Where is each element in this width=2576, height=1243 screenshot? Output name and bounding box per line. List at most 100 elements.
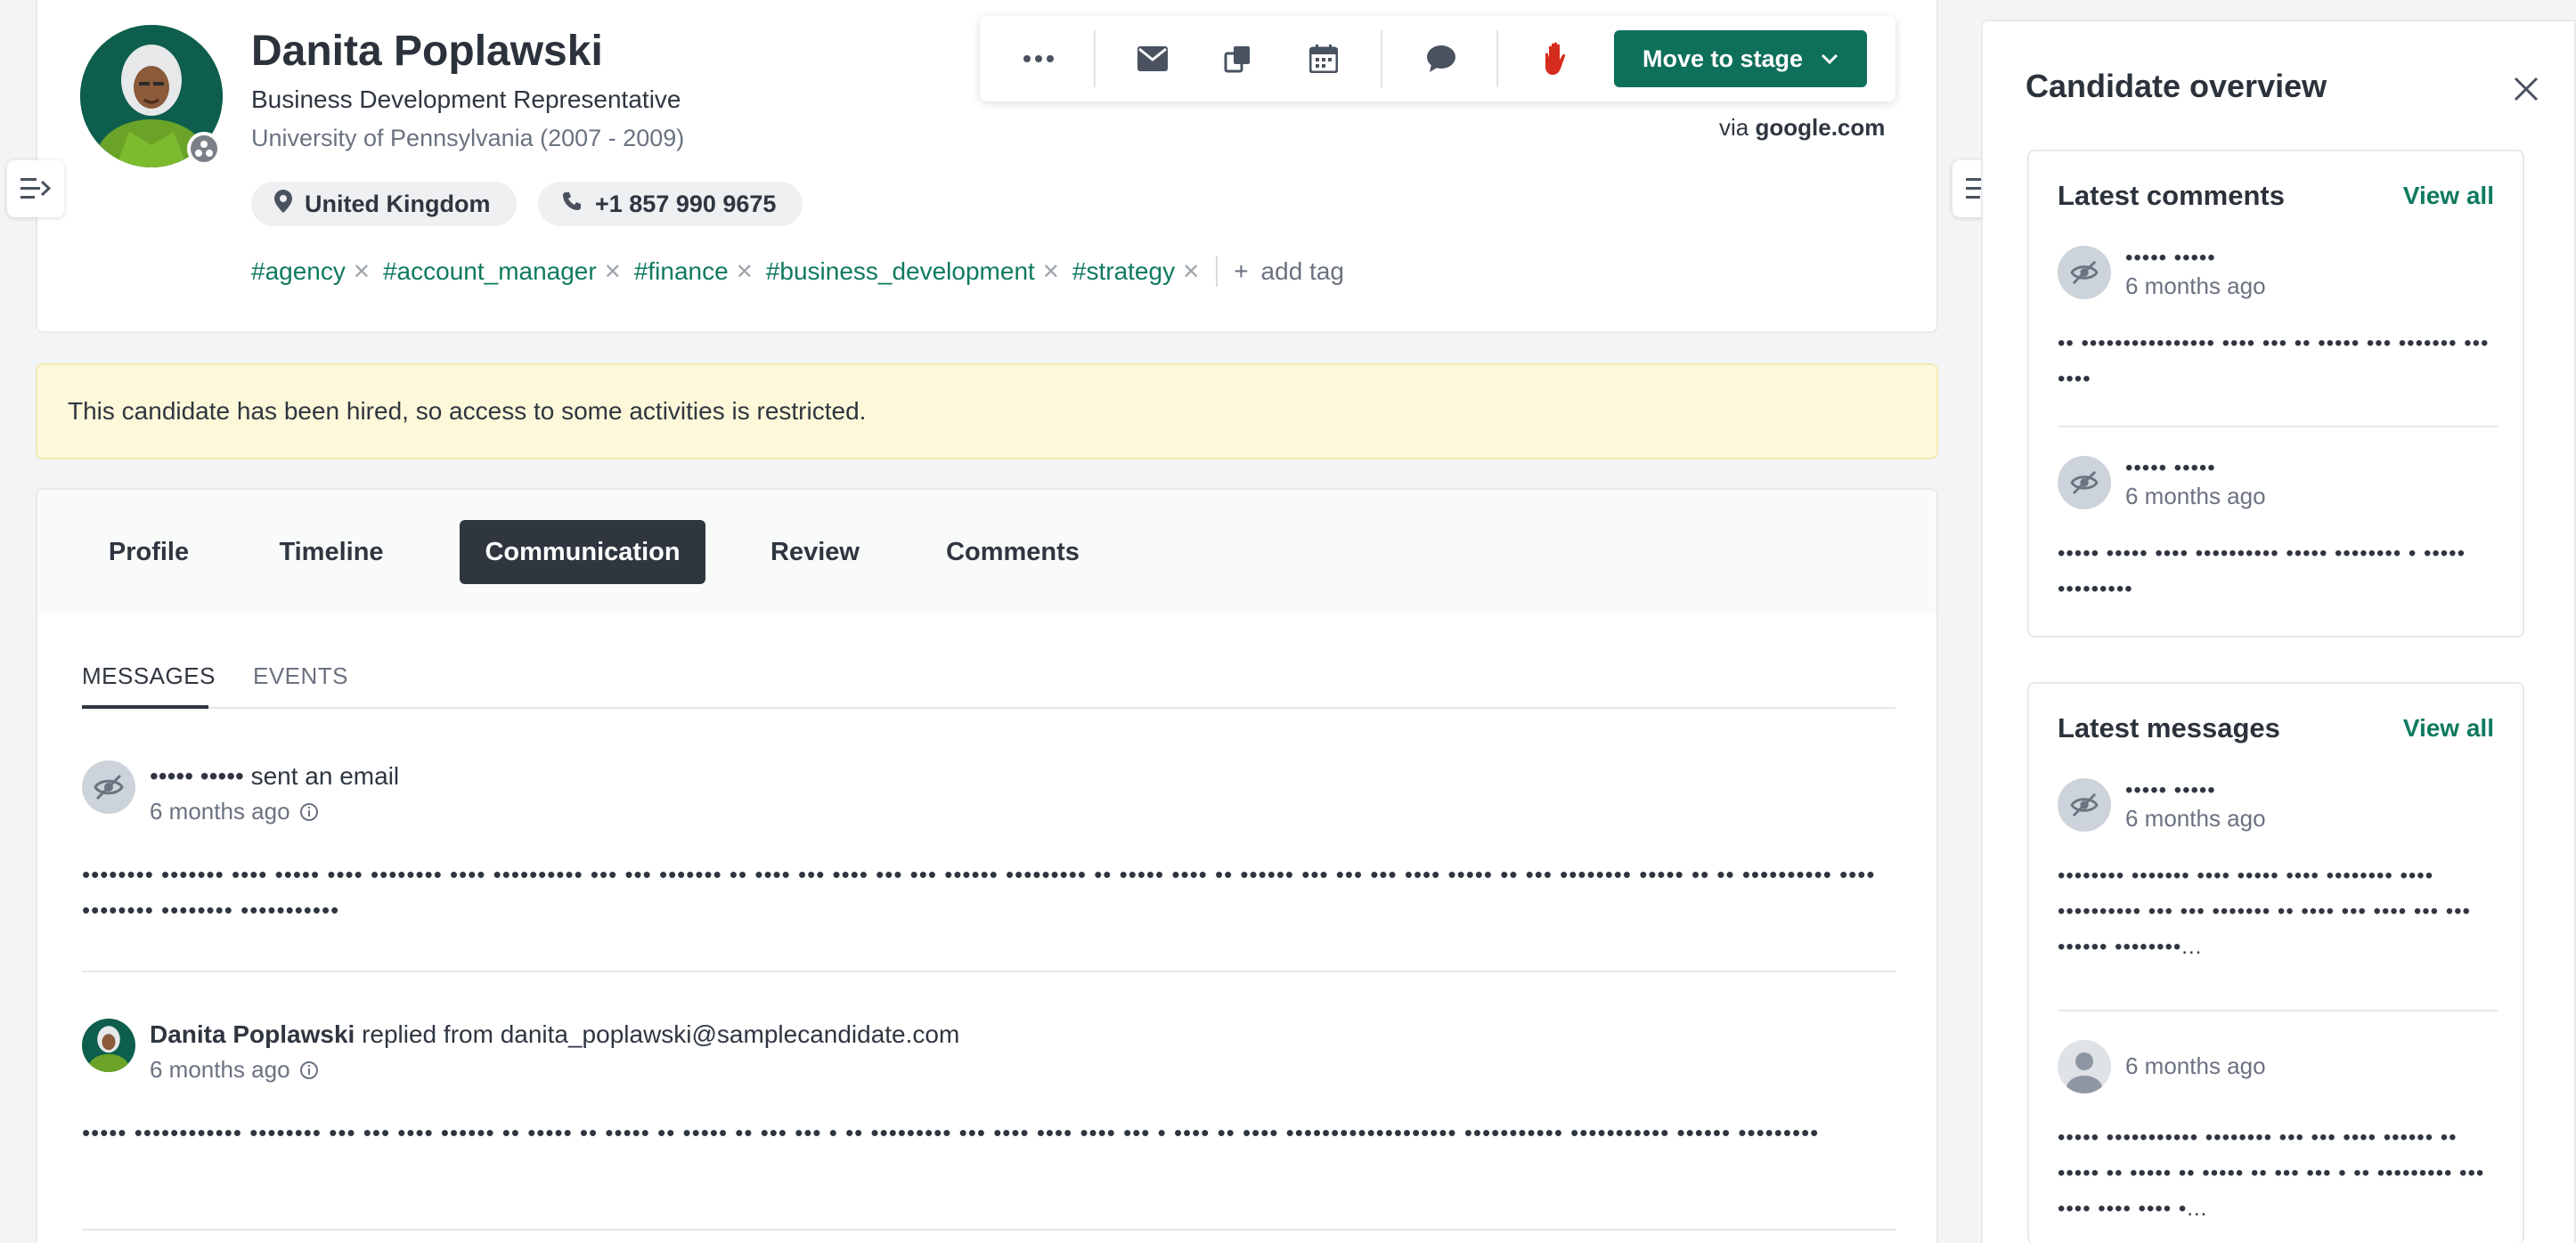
message-preview-time: 6 months ago — [2125, 805, 2266, 832]
latest-messages-box: Latest messages View all ••••• ••••• 6 m… — [2027, 682, 2524, 1243]
candidate-avatar-small — [82, 1019, 135, 1072]
latest-comments-title: Latest comments — [2058, 180, 2285, 211]
copy-button[interactable] — [1217, 37, 1259, 80]
latest-messages-title: Latest messages — [2058, 712, 2280, 743]
collapse-panel-icon — [20, 178, 51, 199]
overview-title: Candidate overview — [2026, 68, 2327, 104]
tag-label: #finance — [633, 257, 729, 285]
eye-hidden-icon — [2070, 260, 2099, 285]
message-header: ••••• ••••• sent an email — [150, 762, 399, 791]
tag-label: #business_development — [765, 257, 1035, 285]
message-body: •••••••• ••••••• •••• ••••• •••• •••••••… — [82, 861, 1876, 923]
source-badge-icon — [187, 132, 221, 166]
candidate-action-toolbar: Move to stage — [980, 16, 1895, 102]
comment-item[interactable]: ••••• ••••• 6 months ago ••••• ••••• •••… — [2058, 456, 2498, 616]
schedule-event-button[interactable] — [1302, 37, 1345, 80]
comment-time: 6 months ago — [2125, 272, 2266, 299]
candidate-name: Danita Poplawski — [251, 28, 603, 75]
message-header: Danita Poplawski replied from danita_pop… — [150, 1020, 959, 1049]
message-timestamp: 6 months ago — [150, 798, 319, 825]
disqualify-button[interactable] — [1536, 37, 1578, 80]
tag-item[interactable]: #account_manager ✕ — [383, 257, 622, 286]
message-preview-text: ••••• ••••••••••• •••••••• ••• ••• •••• … — [2058, 1125, 2485, 1221]
tab-comments[interactable]: Comments — [928, 520, 1097, 584]
toolbar-divider — [1094, 30, 1096, 87]
tag-item[interactable]: #business_development ✕ — [766, 257, 1060, 286]
comment-divider — [2058, 426, 2498, 427]
candidate-avatar[interactable] — [80, 25, 223, 167]
anonymized-avatar — [2058, 778, 2111, 832]
tab-review[interactable]: Review — [745, 520, 885, 584]
tag-item[interactable]: #agency ✕ — [251, 257, 371, 286]
send-email-button[interactable] — [1131, 37, 1174, 80]
message-author[interactable]: Danita Poplawski — [150, 1020, 355, 1048]
eye-hidden-icon — [94, 774, 124, 800]
tab-bar: Profile Timeline Communication Review Co… — [37, 490, 1936, 613]
message-preview-divider — [2058, 1010, 2498, 1011]
subtab-events[interactable]: EVENTS — [253, 662, 348, 709]
message-item: Danita Poplawski replied from danita_pop… — [82, 1019, 1895, 1223]
remove-tag-icon[interactable]: ✕ — [604, 259, 622, 285]
default-user-avatar — [2058, 1040, 2111, 1093]
comment-item[interactable]: ••••• ••••• 6 months ago •• ••••••••••••… — [2058, 246, 2498, 406]
anonymized-avatar — [2058, 456, 2111, 509]
user-silhouette-icon — [2067, 1052, 2102, 1093]
tab-timeline[interactable]: Timeline — [251, 520, 412, 584]
chevron-down-icon — [1821, 53, 1838, 64]
phone-icon — [561, 191, 583, 218]
add-comment-button[interactable] — [1420, 37, 1463, 80]
tag-label: #agency — [251, 257, 346, 285]
toolbar-divider — [1381, 30, 1382, 87]
email-icon — [1137, 46, 1168, 71]
message-divider — [82, 971, 1895, 972]
source-domain: google.com — [1755, 114, 1886, 141]
stop-hand-icon — [1545, 42, 1566, 75]
tag-item[interactable]: #finance ✕ — [634, 257, 754, 286]
subtab-messages[interactable]: MESSAGES — [82, 662, 215, 709]
remove-tag-icon[interactable]: ✕ — [1042, 259, 1060, 285]
hired-notice-banner: This candidate has been hired, so access… — [36, 363, 1938, 459]
message-timestamp: 6 months ago — [150, 1056, 319, 1084]
remove-tag-icon[interactable]: ✕ — [1182, 259, 1200, 285]
remove-tag-icon[interactable]: ✕ — [736, 259, 754, 285]
comment-author: ••••• ••••• — [2125, 246, 2216, 270]
message-action: replied from danita_poplawski@samplecand… — [362, 1020, 960, 1048]
close-icon — [2514, 77, 2539, 102]
tag-item[interactable]: #strategy ✕ — [1072, 257, 1200, 286]
tag-divider — [1216, 256, 1219, 287]
anonymized-avatar — [2058, 246, 2111, 299]
remove-tag-icon[interactable]: ✕ — [353, 259, 371, 285]
more-actions-button[interactable] — [1017, 37, 1060, 80]
message-divider — [82, 1229, 1895, 1231]
chat-icon — [1427, 45, 1455, 72]
phone-pill[interactable]: +1 857 990 9675 — [538, 182, 803, 226]
message-preview-time: 6 months ago — [2125, 1052, 2266, 1079]
view-all-comments-link[interactable]: View all — [2403, 182, 2494, 210]
move-to-stage-button[interactable]: Move to stage — [1614, 30, 1867, 87]
tag-label: #account_manager — [382, 257, 597, 285]
location-pin-icon — [274, 189, 292, 219]
tab-profile[interactable]: Profile — [82, 520, 216, 584]
copy-icon — [1224, 46, 1250, 73]
anonymized-avatar — [82, 760, 135, 814]
move-to-stage-label: Move to stage — [1642, 45, 1804, 72]
close-overview-button[interactable] — [2508, 71, 2544, 107]
info-icon[interactable] — [299, 802, 319, 822]
eye-hidden-icon — [2070, 470, 2099, 495]
tag-list: #agency ✕ #account_manager ✕ #finance ✕ #bu… — [251, 256, 1344, 287]
message-item: ••••• ••••• sent an email 6 months ago •… — [82, 760, 1895, 965]
tab-communication[interactable]: Communication — [460, 520, 705, 584]
location-text: United Kingdom — [305, 190, 491, 217]
add-tag-button[interactable]: + add tag — [1234, 257, 1344, 286]
candidate-title: Business Development Representative — [251, 85, 681, 113]
comment-text: •• •••••••••••••••• •••• ••• •• ••••• ••… — [2058, 331, 2490, 391]
message-author: ••••• ••••• — [150, 762, 244, 790]
message-preview-item[interactable]: 6 months ago ••••• ••••••••••• •••••••• … — [2058, 1040, 2498, 1236]
latest-comments-box: Latest comments View all ••••• ••••• 6 m… — [2027, 150, 2524, 638]
message-body: ••••• •••••••••••• •••••••• ••• ••• ••••… — [82, 1119, 1820, 1146]
tag-label: #strategy — [1072, 257, 1176, 285]
view-all-messages-link[interactable]: View all — [2403, 714, 2494, 743]
toggle-left-sidebar-button[interactable] — [7, 160, 64, 217]
info-icon[interactable] — [299, 1060, 319, 1080]
message-preview-item[interactable]: ••••• ••••• 6 months ago •••••••• ••••••… — [2058, 778, 2498, 965]
